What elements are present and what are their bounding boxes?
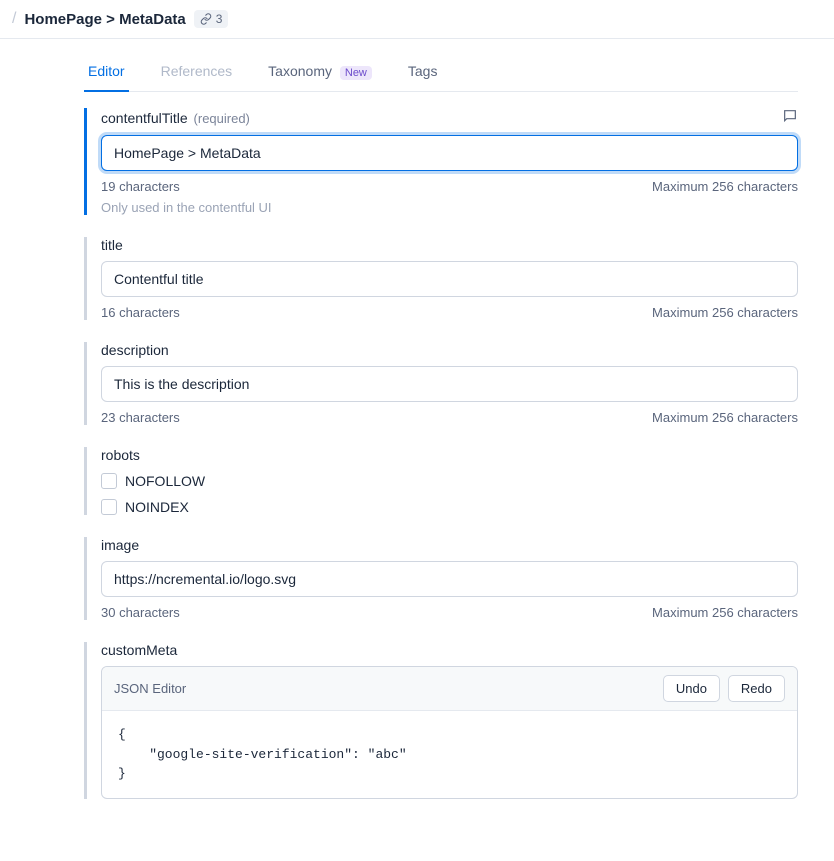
field-label-title: title [101,237,123,253]
json-editor: JSON Editor Undo Redo { "google-site-ver… [101,666,798,799]
title-maxhint: Maximum 256 characters [652,305,798,320]
page-header: / HomePage > MetaData 3 [0,0,834,39]
json-toolbar: JSON Editor Undo Redo [102,667,797,711]
json-editor-title: JSON Editor [114,681,186,696]
field-label-robots: robots [101,447,140,463]
field-custom-meta: customMeta JSON Editor Undo Redo { "goog… [84,642,798,799]
field-contentful-title: contentfulTitle (required) 19 characters… [84,108,798,215]
contentful-title-input[interactable] [101,135,798,171]
checkbox-nofollow-label: NOFOLLOW [125,473,205,489]
image-charcount: 30 characters [101,605,180,620]
checkbox-box [101,473,117,489]
field-label-image: image [101,537,139,553]
contentful-title-charcount: 19 characters [101,179,180,194]
linked-entries-count: 3 [216,12,223,26]
breadcrumb-separator: / [12,10,16,28]
link-icon [200,13,212,25]
field-description: description 23 characters Maximum 256 ch… [84,342,798,425]
checkbox-nofollow[interactable]: NOFOLLOW [101,473,798,489]
title-input[interactable] [101,261,798,297]
field-label-custom-meta: customMeta [101,642,177,658]
linked-entries-badge[interactable]: 3 [194,10,229,28]
undo-button[interactable]: Undo [663,675,720,702]
field-label-contentful-title: contentfulTitle [101,110,188,126]
field-label-description: description [101,342,169,358]
checkbox-noindex[interactable]: NOINDEX [101,499,798,515]
checkbox-noindex-label: NOINDEX [125,499,189,515]
breadcrumb-title: HomePage > MetaData [24,11,185,28]
comment-icon[interactable] [782,108,798,127]
tab-references[interactable]: References [157,53,237,91]
tab-taxonomy-label: Taxonomy [268,63,332,79]
description-maxhint: Maximum 256 characters [652,410,798,425]
description-charcount: 23 characters [101,410,180,425]
checkbox-box [101,499,117,515]
redo-button[interactable]: Redo [728,675,785,702]
image-input[interactable] [101,561,798,597]
description-input[interactable] [101,366,798,402]
contentful-title-maxhint: Maximum 256 characters [652,179,798,194]
field-image: image 30 characters Maximum 256 characte… [84,537,798,620]
title-charcount: 16 characters [101,305,180,320]
tab-tags[interactable]: Tags [404,53,442,91]
main-content: Editor References Taxonomy New Tags cont… [0,39,834,861]
new-badge: New [340,66,372,80]
image-maxhint: Maximum 256 characters [652,605,798,620]
tab-editor[interactable]: Editor [84,53,129,91]
required-hint: (required) [194,111,250,126]
contentful-title-help: Only used in the contentful UI [101,200,798,215]
field-title: title 16 characters Maximum 256 characte… [84,237,798,320]
tab-taxonomy[interactable]: Taxonomy New [264,53,376,91]
tabs: Editor References Taxonomy New Tags [84,53,798,92]
field-robots: robots NOFOLLOW NOINDEX [84,447,798,515]
